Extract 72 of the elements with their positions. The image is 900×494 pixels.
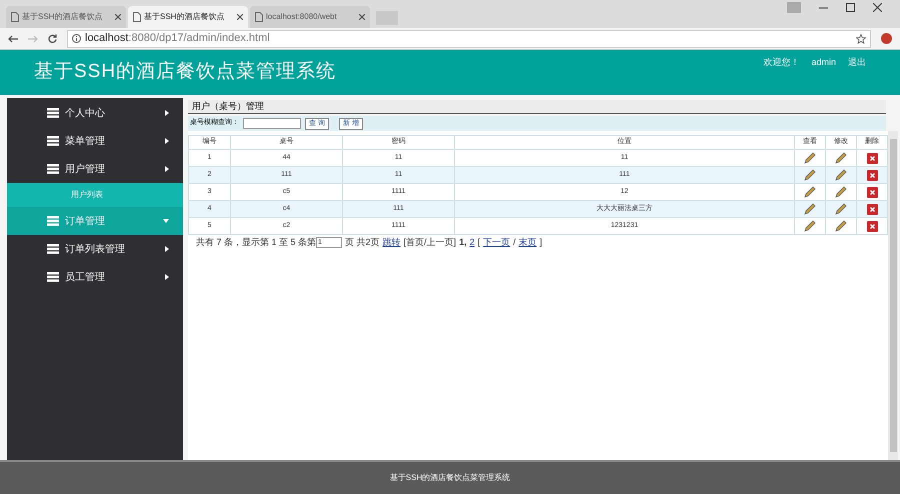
- welcome-text: 欢迎您！: [763, 56, 800, 69]
- caret-right-icon: [165, 138, 169, 144]
- pager-link[interactable]: 下一页: [483, 236, 510, 250]
- pager-text: 页 共2页: [345, 236, 380, 249]
- pencil-icon[interactable]: [804, 186, 816, 198]
- pencil-icon[interactable]: [835, 203, 847, 215]
- username-text: admin: [811, 56, 836, 69]
- delete-icon[interactable]: [866, 152, 878, 164]
- stack-icon: [47, 216, 59, 226]
- pager-text: /: [513, 236, 516, 249]
- pager-text: 共有 7 条，显示第 1 至 5 条第: [196, 236, 316, 249]
- pencil-icon[interactable]: [804, 169, 816, 181]
- stack-icon: [47, 136, 59, 146]
- page-icon: [255, 12, 263, 22]
- pager-link[interactable]: 末页: [518, 236, 537, 250]
- pencil-icon[interactable]: [835, 186, 847, 198]
- tab-title: 基于SSH的酒店餐饮点: [22, 11, 104, 23]
- site-title: 基于SSH的酒店餐饮点菜管理系统: [34, 60, 336, 84]
- stack-icon: [47, 108, 59, 118]
- pager-link[interactable]: 2: [470, 236, 475, 250]
- current-page: 1,: [459, 236, 467, 249]
- stack-icon: [47, 244, 59, 254]
- delete-icon[interactable]: [866, 186, 878, 198]
- close-icon[interactable]: [237, 14, 243, 20]
- scrollbar-thumb[interactable]: [890, 139, 896, 452]
- pencil-icon[interactable]: [804, 220, 816, 232]
- scrollbar[interactable]: [888, 131, 898, 460]
- sidebar-item[interactable]: 个人中心: [7, 99, 183, 127]
- pager-text: [: [478, 236, 480, 249]
- reload-icon[interactable]: [48, 34, 57, 43]
- caret-right-icon: [165, 166, 169, 172]
- delete-icon[interactable]: [866, 170, 878, 180]
- pencil-icon[interactable]: [835, 220, 847, 232]
- pencil-icon[interactable]: [804, 152, 816, 164]
- url-text: localhost:8080/dp17/admin/index.html: [85, 31, 270, 46]
- pencil-icon[interactable]: [804, 203, 816, 215]
- delete-icon[interactable]: [866, 220, 878, 232]
- stack-icon: [47, 164, 59, 174]
- sidebar-item[interactable]: 用户管理: [7, 155, 183, 183]
- browser-tab[interactable]: localhost:8080/webt: [250, 6, 370, 28]
- sidebar-item[interactable]: 员工管理: [7, 263, 183, 291]
- delete-icon[interactable]: [866, 204, 878, 214]
- search-field[interactable]: [243, 118, 301, 129]
- close-icon[interactable]: [359, 14, 365, 20]
- browser-tab[interactable]: 基于SSH的酒店餐饮点: [6, 6, 126, 28]
- back-icon[interactable]: [8, 34, 18, 42]
- pencil-icon[interactable]: [835, 152, 847, 164]
- close-icon[interactable]: [873, 3, 882, 12]
- footer-text: 基于SSH的酒店餐饮点菜管理系统: [390, 472, 510, 484]
- tab-title: 基于SSH的酒店餐饮点: [144, 11, 226, 23]
- sidebar-item[interactable]: 菜单管理: [7, 127, 183, 155]
- caret-right-icon: [165, 274, 169, 280]
- maximize-icon[interactable]: [846, 3, 855, 12]
- pager-text: ]: [540, 236, 542, 249]
- caret-right-icon: [165, 246, 169, 252]
- panel-title: 用户（桌号）管理: [188, 100, 886, 114]
- stack-icon: [47, 272, 59, 282]
- browser-tab[interactable]: 基于SSH的酒店餐饮点: [128, 6, 248, 28]
- page-icon: [133, 12, 141, 22]
- extension-icon[interactable]: [881, 33, 892, 44]
- address-bar[interactable]: localhost:8080/dp17/admin/index.html: [67, 30, 871, 48]
- star-icon[interactable]: [856, 34, 866, 44]
- pager-link[interactable]: 跳转: [382, 236, 401, 250]
- page-icon: [11, 12, 19, 22]
- close-icon[interactable]: [115, 14, 121, 20]
- tab-title: localhost:8080/webt: [266, 11, 338, 23]
- caret-right-icon: [165, 110, 169, 116]
- pencil-icon[interactable]: [835, 169, 847, 181]
- sidebar-item[interactable]: 订单列表管理: [7, 235, 183, 263]
- pager-text: [首页/上一页]: [404, 236, 456, 249]
- info-icon: [72, 34, 81, 43]
- caret-down-icon: [163, 219, 169, 223]
